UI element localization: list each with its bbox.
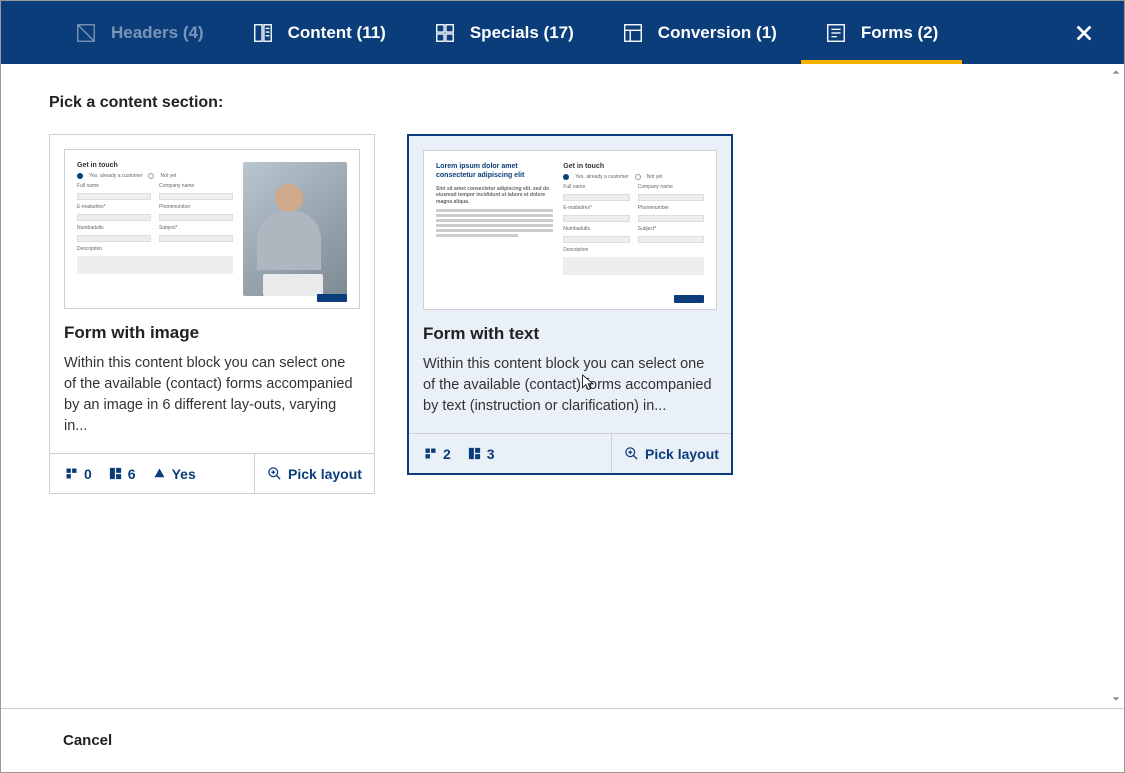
- tab-headers[interactable]: Headers (4): [51, 1, 228, 64]
- conversion-icon: [622, 22, 644, 44]
- footer: Cancel: [1, 708, 1124, 772]
- stat-layouts: 3: [467, 446, 495, 462]
- scrollbar-up-icon[interactable]: [1110, 66, 1122, 78]
- layouts-icon: [467, 446, 482, 461]
- card-preview: Get in touch Yes, already a customerNot …: [64, 149, 360, 309]
- tab-conversion[interactable]: Conversion (1): [598, 1, 801, 64]
- stat-layouts: 6: [108, 466, 136, 482]
- tab-headers-label: Headers (4): [111, 23, 204, 43]
- tab-forms-label: Forms (2): [861, 23, 938, 43]
- close-icon: [1073, 22, 1095, 44]
- scrollbar[interactable]: [1110, 66, 1122, 705]
- close-button[interactable]: [1064, 1, 1104, 64]
- tab-bar: Headers (4) Content (11) Specials (17) C…: [1, 1, 1124, 64]
- pv-heading: Get in touch: [77, 162, 233, 169]
- card-footer: 2 3 Pick layout: [409, 433, 731, 473]
- tab-content-label: Content (11): [288, 23, 386, 43]
- content-body: Pick a content section: Get in touch Yes…: [1, 64, 1124, 708]
- forms-icon: [825, 22, 847, 44]
- cards-row: Get in touch Yes, already a customerNot …: [49, 134, 1076, 494]
- card-title: Form with text: [423, 324, 717, 344]
- card-form-with-text[interactable]: Lorem ipsum dolor amet consectetur adipi…: [407, 134, 733, 475]
- card-footer: 0 6 Yes Pick layout: [50, 453, 374, 493]
- stat-presets: 0: [64, 466, 92, 482]
- content-icon: [252, 22, 274, 44]
- tab-content[interactable]: Content (11): [228, 1, 410, 64]
- stat-presets: 2: [423, 446, 451, 462]
- pv-lorem-title: Lorem ipsum dolor amet consectetur adipi…: [436, 163, 553, 181]
- tab-specials-label: Specials (17): [470, 23, 574, 43]
- tab-specials[interactable]: Specials (17): [410, 1, 598, 64]
- preview-image: [243, 162, 347, 296]
- tab-conversion-label: Conversion (1): [658, 23, 777, 43]
- mirror-icon: [152, 466, 167, 481]
- tab-forms[interactable]: Forms (2): [801, 1, 962, 64]
- scrollbar-down-icon[interactable]: [1110, 693, 1122, 705]
- pick-layout-button[interactable]: Pick layout: [254, 454, 374, 493]
- cancel-button[interactable]: Cancel: [63, 732, 112, 749]
- pick-layout-button[interactable]: Pick layout: [611, 434, 731, 473]
- presets-icon: [64, 466, 79, 481]
- specials-icon: [434, 22, 456, 44]
- card-description: Within this content block you can select…: [64, 353, 360, 437]
- card-description: Within this content block you can select…: [423, 354, 717, 417]
- magnifier-plus-icon: [267, 466, 282, 481]
- stat-mirrorable: Yes: [152, 466, 196, 482]
- card-preview: Lorem ipsum dolor amet consectetur adipi…: [423, 150, 717, 310]
- card-form-with-image[interactable]: Get in touch Yes, already a customerNot …: [49, 134, 375, 494]
- headers-icon: [75, 22, 97, 44]
- presets-icon: [423, 446, 438, 461]
- magnifier-plus-icon: [624, 446, 639, 461]
- card-title: Form with image: [64, 323, 360, 343]
- layouts-icon: [108, 466, 123, 481]
- pv-lorem-sub: Sint sit amet consectetur adipiscing eli…: [436, 186, 553, 206]
- section-title: Pick a content section:: [49, 94, 1076, 112]
